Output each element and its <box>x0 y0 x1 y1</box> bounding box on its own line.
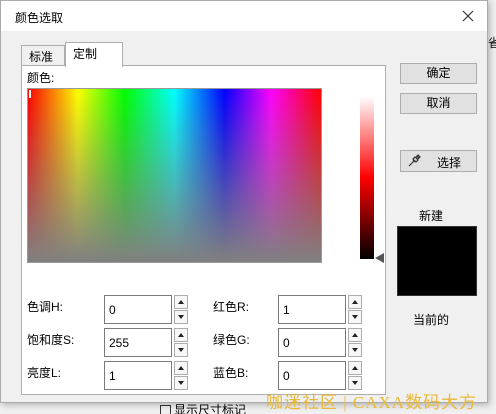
decrement-button[interactable] <box>348 343 362 357</box>
up-arrow-icon <box>178 300 184 304</box>
red-input[interactable] <box>278 295 346 324</box>
saturation-input[interactable] <box>104 328 172 357</box>
dialog-title: 颜色选取 <box>15 11 64 25</box>
new-color-label: 新建 <box>419 209 444 223</box>
eyedropper-icon <box>408 154 421 167</box>
up-arrow-icon <box>178 333 184 337</box>
green-label: 绿色G: <box>213 333 250 347</box>
custom-tab-panel: 颜色: 色调H: 饱和度S: 亮度L: 红色R: <box>21 65 386 395</box>
tab-standard[interactable]: 标准 <box>21 45 65 66</box>
luminance-arrow-icon[interactable] <box>375 253 384 263</box>
green-input[interactable] <box>278 328 346 357</box>
color-picker-dialog: 颜色选取 标准 定制 颜色: 色调H: 饱和度S: 亮度L: <box>0 0 488 403</box>
down-arrow-icon <box>178 348 184 352</box>
spectrum-cursor[interactable] <box>29 90 31 98</box>
decrement-button[interactable] <box>348 310 362 324</box>
saturation-label: 饱和度S: <box>27 333 75 347</box>
increment-button[interactable] <box>348 361 362 375</box>
increment-button[interactable] <box>174 328 188 342</box>
colors-label: 颜色: <box>27 71 55 85</box>
green-stepper[interactable] <box>348 328 362 357</box>
blue-label: 蓝色B: <box>213 366 249 380</box>
down-arrow-icon <box>352 315 358 319</box>
red-label: 红色R: <box>213 300 250 314</box>
down-arrow-icon <box>352 381 358 385</box>
down-arrow-icon <box>352 348 358 352</box>
increment-button[interactable] <box>348 295 362 309</box>
hue-label: 色调H: <box>27 300 64 314</box>
tab-custom[interactable]: 定制 <box>65 42 123 67</box>
red-stepper[interactable] <box>348 295 362 324</box>
up-arrow-icon <box>352 366 358 370</box>
increment-button[interactable] <box>174 295 188 309</box>
cancel-button[interactable]: 取消 <box>400 93 477 114</box>
ok-button[interactable]: 确定 <box>400 63 477 84</box>
color-spectrum[interactable] <box>27 88 322 263</box>
background-text: 省 <box>488 36 496 50</box>
color-preview-swatch <box>397 226 477 296</box>
title-bar: 颜色选取 <box>1 1 487 31</box>
blue-stepper[interactable] <box>348 361 362 390</box>
up-arrow-icon <box>178 366 184 370</box>
blue-input[interactable] <box>278 361 346 390</box>
hue-input[interactable] <box>104 295 172 324</box>
saturation-stepper[interactable] <box>174 328 188 357</box>
decrement-button[interactable] <box>174 376 188 390</box>
eyedropper-label: 选择 <box>437 156 462 170</box>
luminance-input[interactable] <box>104 361 172 390</box>
up-arrow-icon <box>352 333 358 337</box>
down-arrow-icon <box>178 315 184 319</box>
current-color-label: 当前的 <box>413 313 450 327</box>
decrement-button[interactable] <box>174 310 188 324</box>
luminance-stepper[interactable] <box>174 361 188 390</box>
close-button[interactable] <box>457 5 479 27</box>
down-arrow-icon <box>178 381 184 385</box>
close-icon <box>462 10 474 22</box>
luminance-slider[interactable] <box>360 96 374 259</box>
decrement-button[interactable] <box>174 343 188 357</box>
increment-button[interactable] <box>174 361 188 375</box>
luminance-label: 亮度L: <box>27 366 62 380</box>
watermark: 咖迷社区 | CAXA数码大方 <box>266 393 478 412</box>
increment-button[interactable] <box>348 328 362 342</box>
eyedropper-button[interactable]: 选择 <box>400 150 477 172</box>
up-arrow-icon <box>352 300 358 304</box>
hue-stepper[interactable] <box>174 295 188 324</box>
